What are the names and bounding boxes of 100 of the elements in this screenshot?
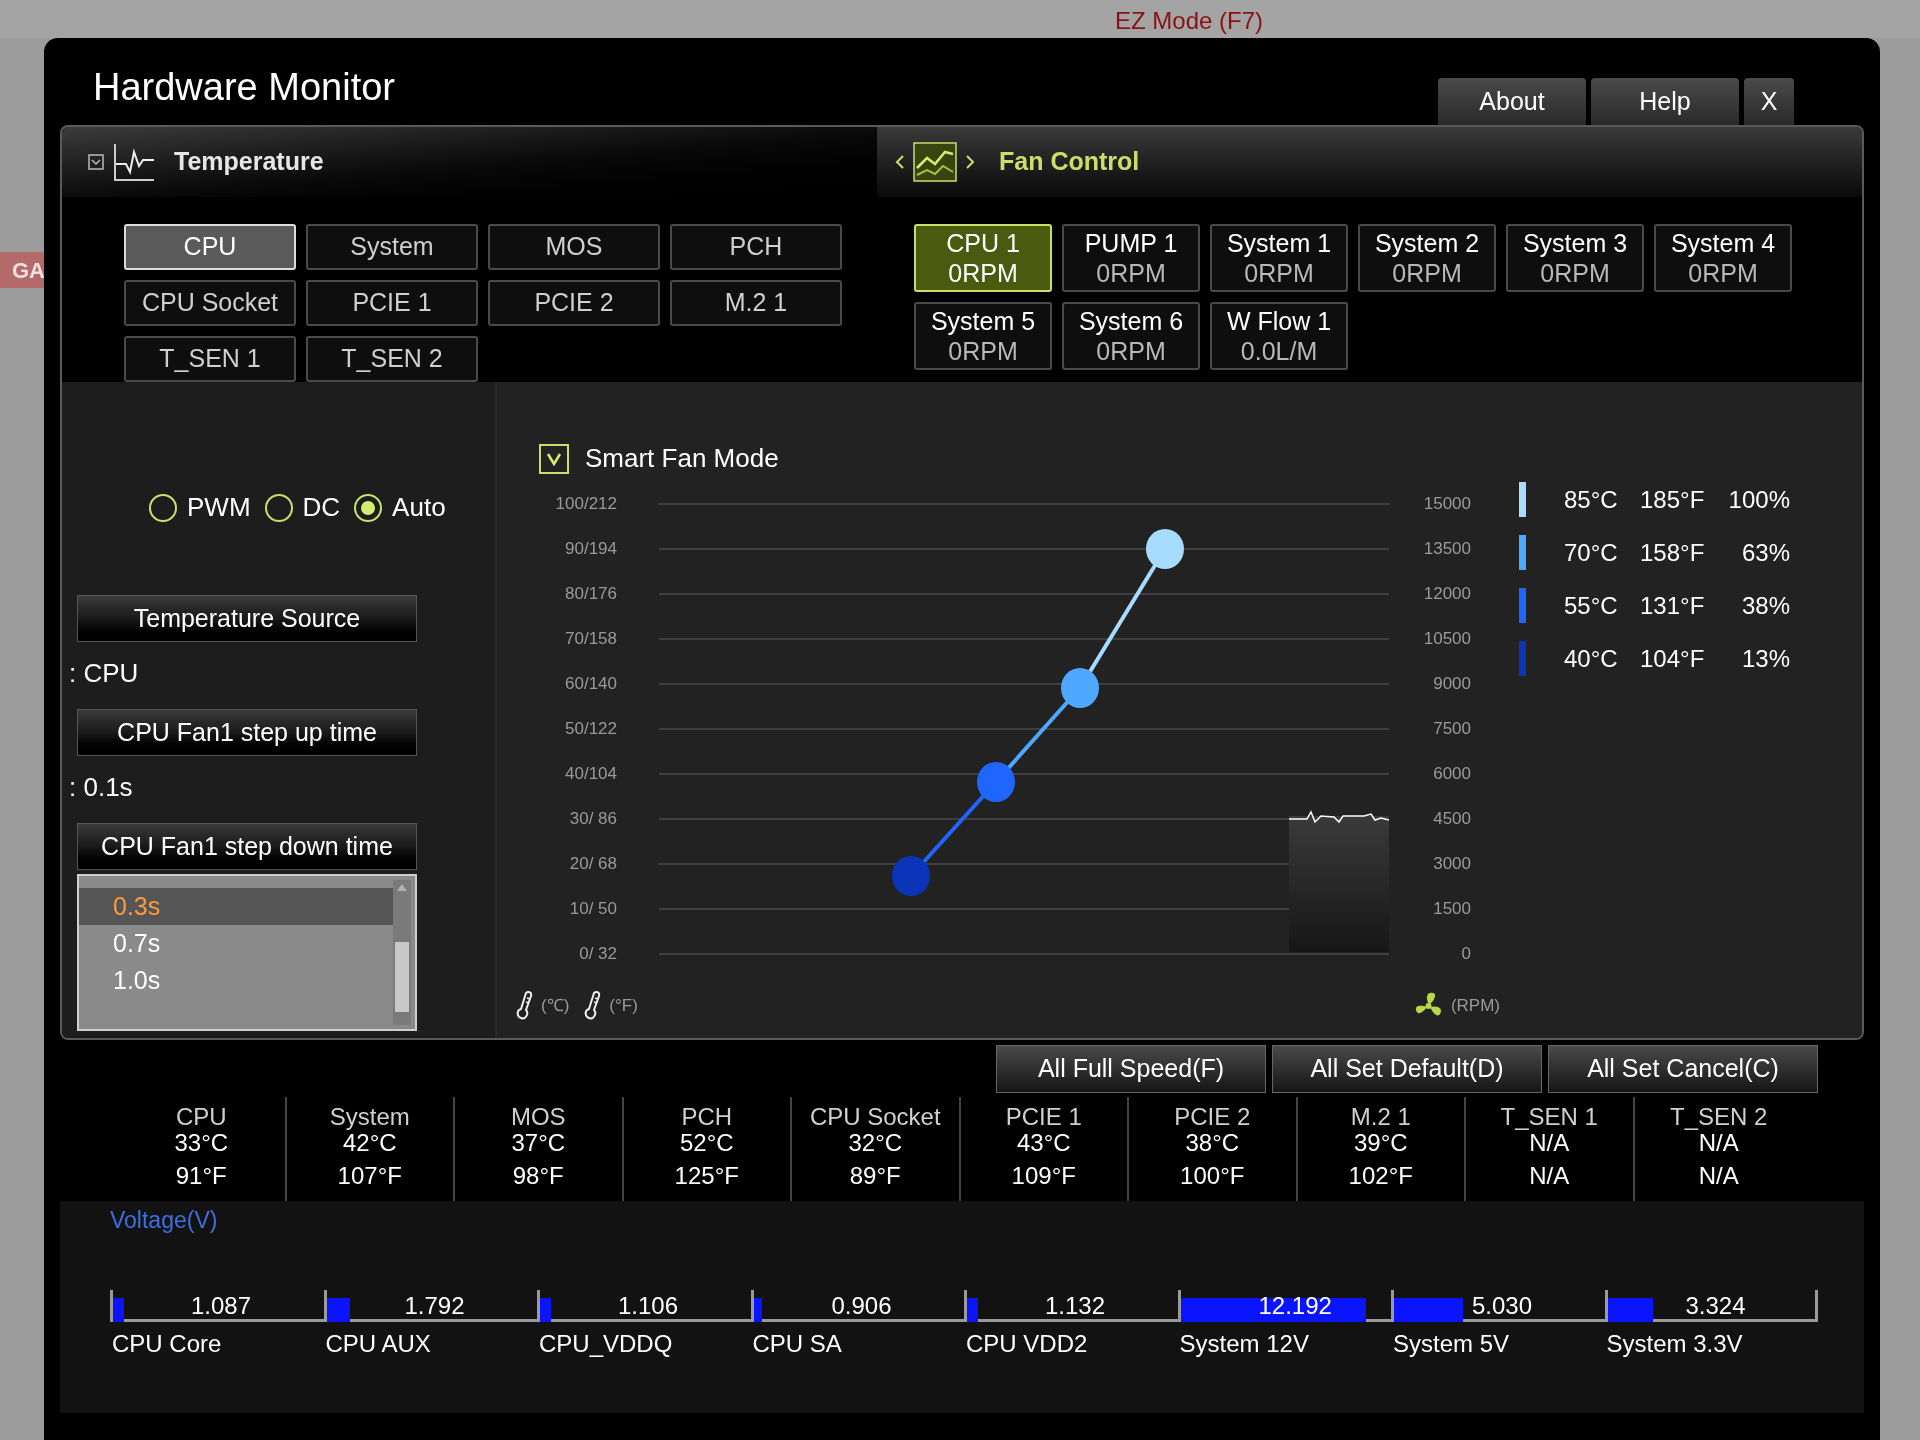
temperature-value: N/A: [1529, 1131, 1570, 1155]
sensor-name: T_SEN 1: [1500, 1103, 1598, 1131]
axis-label: 80/176: [564, 584, 618, 604]
axis-label: 0/ 32: [578, 944, 618, 964]
axis-label: 12000: [1422, 584, 1472, 604]
panel-title: Fan Control: [999, 146, 1140, 178]
temperature-value: 91°F: [175, 1161, 227, 1191]
temperature-value: 125°F: [674, 1161, 739, 1191]
legend-text: 40°C: [1564, 643, 1619, 674]
temperature-value: 33°C: [174, 1131, 229, 1155]
temperature-value: N/A: [1698, 1161, 1739, 1191]
axis-label: 4500: [1432, 809, 1472, 829]
sensor-name: System: [329, 1103, 410, 1131]
option-item[interactable]: 0.3s: [79, 888, 393, 925]
legend-text: 55°C: [1564, 590, 1619, 621]
fan-button[interactable]: CPU 1 0RPM: [914, 224, 1052, 292]
fan-button[interactable]: System 1 0RPM: [1210, 224, 1348, 292]
sensor-tab[interactable]: M.2 1: [670, 280, 842, 326]
fan-button[interactable]: W Flow 1 0.0L/M: [1210, 302, 1348, 370]
action-button[interactable]: All Set Cancel(C): [1548, 1045, 1818, 1093]
legend-text: 100%: [1727, 484, 1790, 515]
fan-button[interactable]: System 2 0RPM: [1358, 224, 1496, 292]
axis-label: 10/ 50: [568, 899, 618, 919]
setting-value: : 0.1s: [69, 771, 134, 804]
sensor-name: PCIE 1: [1005, 1103, 1082, 1131]
scroll-up-icon: [396, 882, 408, 892]
sensor-tab[interactable]: CPU: [124, 224, 296, 270]
close-button[interactable]: X: [1744, 78, 1794, 125]
fan-graph-icon: [913, 142, 957, 182]
axis-label: 60/140: [564, 674, 618, 694]
sensor-tab[interactable]: T_SEN 2: [306, 336, 478, 382]
setting-button[interactable]: Temperature Source: [77, 595, 417, 642]
sensor-name: PCH: [681, 1103, 733, 1131]
legend-text: 131°F: [1640, 590, 1706, 621]
scrollbar-thumb[interactable]: [395, 942, 409, 1012]
voltage-value: 5.030: [1472, 1291, 1533, 1320]
temperature-value: 89°F: [849, 1161, 901, 1191]
section-title: Voltage(V): [110, 1206, 219, 1235]
axis-label: 40/104: [564, 764, 618, 784]
thermometer-icon: [515, 990, 535, 1021]
fan-button[interactable]: System 6 0RPM: [1062, 302, 1200, 370]
fan-button[interactable]: System 4 0RPM: [1654, 224, 1792, 292]
legend-text: 185°F: [1640, 484, 1706, 515]
legend-text: 63%: [1740, 537, 1790, 568]
rail-label: CPU SA: [752, 1328, 843, 1359]
tab-label: GA: [12, 256, 45, 285]
window-button[interactable]: Help: [1591, 78, 1739, 125]
mode-radio[interactable]: Auto: [354, 488, 446, 527]
sensor-name: MOS: [510, 1103, 566, 1131]
sensor-tab[interactable]: PCIE 1: [306, 280, 478, 326]
checkbox[interactable]: [539, 443, 569, 474]
mode-radio[interactable]: PWM: [149, 488, 251, 527]
sensor-name: CPU Socket: [809, 1103, 941, 1131]
temperature-value: 43°C: [1016, 1131, 1071, 1155]
legend-text: 70°C: [1564, 537, 1619, 568]
legend-text: 104°F: [1640, 643, 1706, 674]
legend-text: 85°C: [1564, 484, 1619, 515]
axis-label: 13500: [1422, 539, 1472, 559]
temperature-value: 100°F: [1180, 1161, 1245, 1191]
line-chart-icon: [112, 142, 156, 182]
axis-label: 0: [1460, 944, 1472, 964]
fan-button[interactable]: System 5 0RPM: [914, 302, 1052, 370]
check-icon: [546, 451, 562, 466]
voltage-value: 1.106: [618, 1291, 679, 1320]
sensor-tab[interactable]: T_SEN 1: [124, 336, 296, 382]
voltage-value: 1.132: [1045, 1291, 1106, 1320]
rail-label: System 5V: [1393, 1328, 1511, 1359]
temperature-value: 109°F: [1011, 1161, 1076, 1191]
axis-label: 90/194: [564, 539, 618, 559]
action-button[interactable]: All Set Default(D): [1272, 1045, 1542, 1093]
temperature-value: 32°C: [848, 1131, 903, 1155]
scrollbar[interactable]: [393, 880, 411, 1025]
mode-button[interactable]: EZ Mode (F7): [1115, 8, 1264, 34]
rail-label: System 3.3V: [1606, 1328, 1744, 1359]
axis-label: 6000: [1432, 764, 1472, 784]
panel-title: Temperature: [174, 146, 324, 178]
setting-button[interactable]: CPU Fan1 step down time: [77, 823, 417, 870]
axis-label: 1500: [1432, 899, 1472, 919]
sensor-tab[interactable]: CPU Socket: [124, 280, 296, 326]
legend-text: 38%: [1740, 590, 1790, 621]
sensor-tab[interactable]: System: [306, 224, 478, 270]
axis-label: 100/212: [554, 494, 618, 514]
fan-curve[interactable]: [892, 529, 1184, 896]
sensor-tab[interactable]: MOS: [488, 224, 660, 270]
axis-label: 30/ 86: [568, 809, 618, 829]
sensor-tab[interactable]: PCIE 2: [488, 280, 660, 326]
window-button[interactable]: About: [1438, 78, 1586, 125]
fan-button[interactable]: System 3 0RPM: [1506, 224, 1644, 292]
fan-button[interactable]: PUMP 1 0RPM: [1062, 224, 1200, 292]
temperature-value: 38°C: [1185, 1131, 1240, 1155]
mode-radio[interactable]: DC: [264, 488, 341, 527]
setting-button[interactable]: CPU Fan1 step up time: [77, 709, 417, 756]
voltage-value: 0.906: [831, 1291, 892, 1320]
temperature-value: N/A: [1529, 1161, 1570, 1191]
chevron-right-icon: [965, 154, 975, 170]
axis-label: 10500: [1422, 629, 1472, 649]
rail-label: CPU_VDDQ: [539, 1328, 674, 1359]
sensor-tab[interactable]: PCH: [670, 224, 842, 270]
action-button[interactable]: All Full Speed(F): [996, 1045, 1266, 1093]
rail-label: System 12V: [1179, 1328, 1310, 1359]
